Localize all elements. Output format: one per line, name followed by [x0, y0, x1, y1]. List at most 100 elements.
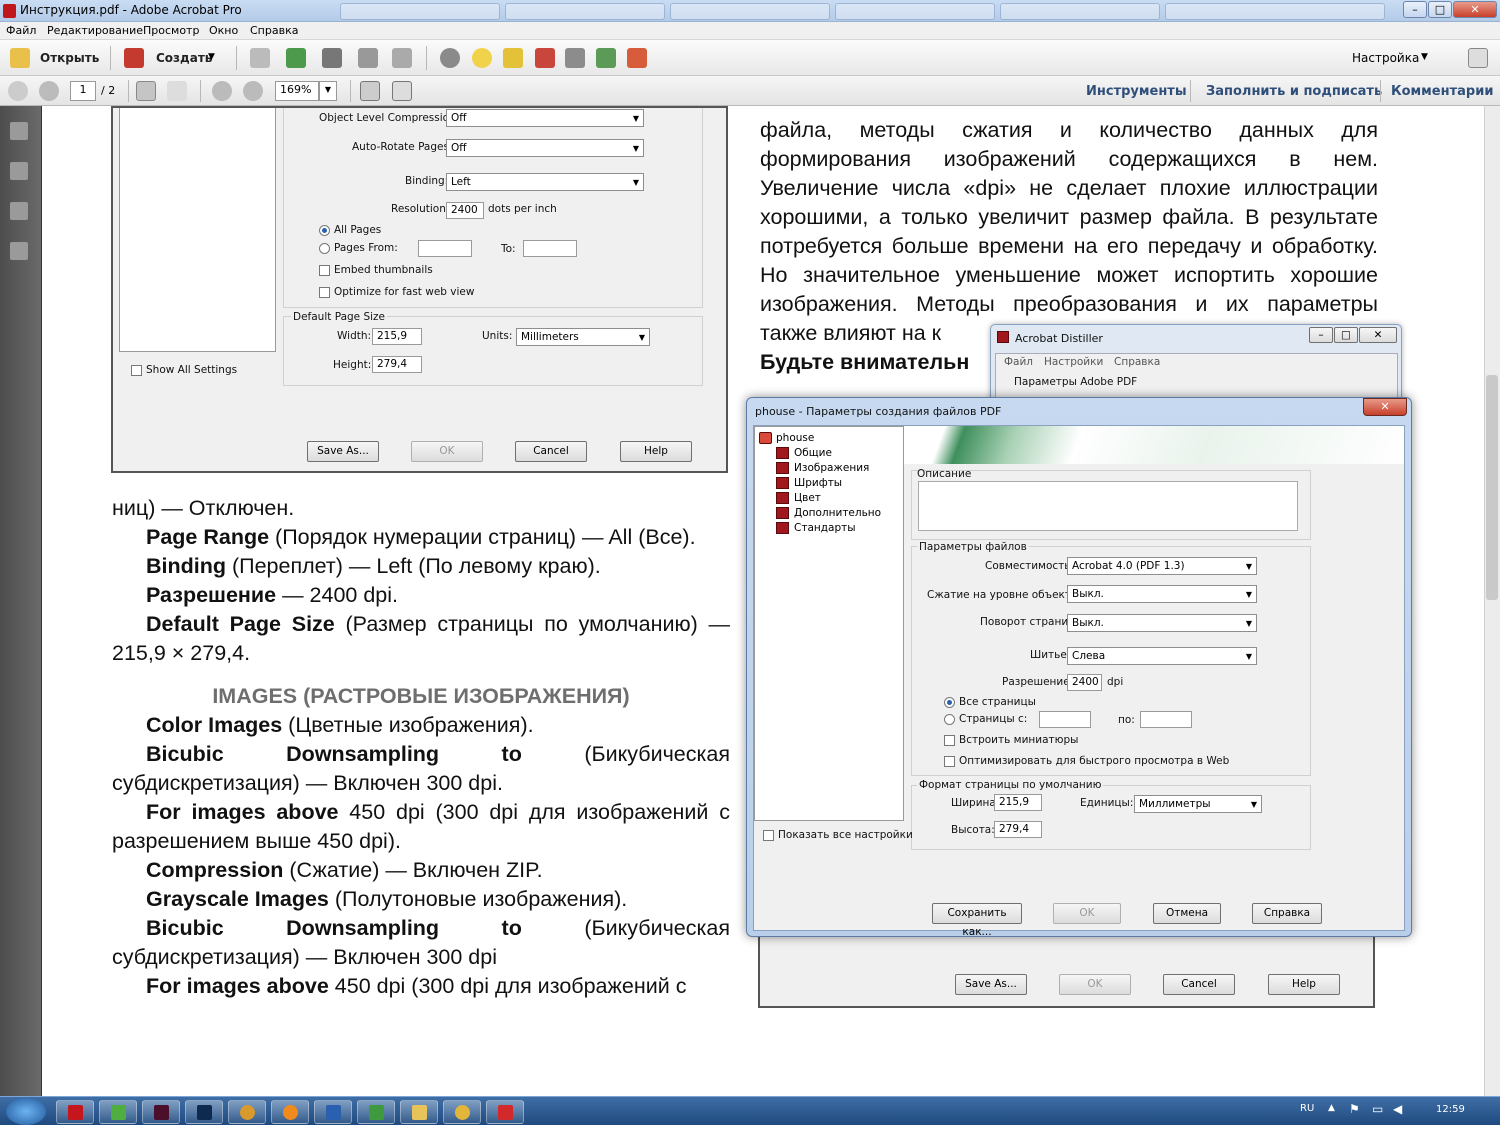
- tree-item-color[interactable]: Цвет: [794, 492, 821, 504]
- edit-icon[interactable]: [358, 48, 378, 68]
- create-button[interactable]: Создать: [156, 51, 212, 65]
- units-select[interactable]: Millimeters: [516, 328, 650, 346]
- taskbar-photoshop[interactable]: [185, 1100, 223, 1124]
- vertical-scrollbar[interactable]: [1484, 106, 1500, 1096]
- gear-icon[interactable]: [440, 48, 460, 68]
- fit-width-icon[interactable]: [392, 81, 412, 101]
- expand-icon[interactable]: [1468, 48, 1488, 68]
- tree-item-advanced[interactable]: Дополнительно: [794, 507, 881, 519]
- height-input[interactable]: 279,4: [372, 356, 422, 373]
- menu-help[interactable]: Справка: [1114, 356, 1160, 368]
- menu-file[interactable]: Файл: [6, 24, 36, 37]
- maximize-button[interactable]: □: [1334, 327, 1358, 343]
- width-input[interactable]: 215,9: [994, 794, 1042, 811]
- tree-root[interactable]: phouse: [776, 432, 814, 444]
- print-icon[interactable]: [322, 48, 342, 68]
- scrollbar-thumb[interactable]: [1486, 375, 1498, 600]
- taskbar-chrome[interactable]: [443, 1100, 481, 1124]
- signature-icon[interactable]: [10, 242, 28, 260]
- embed-thumbnails-checkbox[interactable]: [319, 265, 330, 276]
- binding-select[interactable]: Слева: [1067, 647, 1257, 665]
- menu-settings[interactable]: Настройки: [1044, 356, 1103, 368]
- select-tool-icon[interactable]: [136, 81, 156, 101]
- minimize-button[interactable]: –: [1309, 327, 1333, 343]
- taskbar-app[interactable]: [228, 1100, 266, 1124]
- volume-icon[interactable]: ◀: [1393, 1102, 1402, 1116]
- clock[interactable]: 12:59: [1436, 1104, 1465, 1115]
- attachment-icon[interactable]: [10, 202, 28, 220]
- ok-button[interactable]: OK: [1059, 974, 1131, 995]
- mail-icon[interactable]: [392, 48, 412, 68]
- units-select[interactable]: Миллиметры: [1134, 795, 1262, 813]
- help-button[interactable]: Help: [620, 441, 692, 462]
- hand-tool-icon[interactable]: [167, 81, 187, 101]
- menu-edit[interactable]: Редактирование: [47, 24, 143, 37]
- fit-page-icon[interactable]: [360, 81, 380, 101]
- thumbnails-checkbox[interactable]: [944, 735, 955, 746]
- menu-view[interactable]: Просмотр: [143, 24, 199, 37]
- all-pages-radio[interactable]: [319, 225, 330, 236]
- pages-from-input[interactable]: [418, 240, 472, 257]
- redact-icon[interactable]: [535, 48, 555, 68]
- security-icon[interactable]: [565, 48, 585, 68]
- menu-file[interactable]: Файл: [1004, 356, 1033, 368]
- tray-arrow-icon[interactable]: ▲: [1328, 1103, 1335, 1113]
- web-optimize-checkbox[interactable]: [944, 756, 955, 767]
- next-page-icon[interactable]: [39, 81, 59, 101]
- comment-icon[interactable]: [472, 48, 492, 68]
- taskbar-indesign[interactable]: [142, 1100, 180, 1124]
- prev-page-icon[interactable]: [8, 81, 28, 101]
- object-compression-select[interactable]: Выкл.: [1067, 585, 1257, 603]
- zoom-input[interactable]: 169%: [275, 81, 319, 101]
- customize-button[interactable]: Настройка: [1352, 51, 1419, 65]
- rotate-select[interactable]: Выкл.: [1067, 614, 1257, 632]
- resolution-input[interactable]: 2400: [1067, 674, 1102, 691]
- taskbar-explorer[interactable]: [400, 1100, 438, 1124]
- taskbar-app[interactable]: [99, 1100, 137, 1124]
- zoom-dropdown-icon[interactable]: ▼: [319, 81, 337, 101]
- upload-icon[interactable]: [286, 48, 306, 68]
- show-all-checkbox[interactable]: [763, 830, 774, 841]
- auto-rotate-select[interactable]: Off: [446, 139, 644, 157]
- pages-from-radio[interactable]: [319, 243, 330, 254]
- ok-button[interactable]: OK: [1053, 903, 1121, 924]
- close-button[interactable]: ✕: [1359, 327, 1397, 343]
- width-input[interactable]: 215,9: [372, 328, 422, 345]
- bookmark-icon[interactable]: [10, 162, 28, 180]
- help-button[interactable]: Help: [1268, 974, 1340, 995]
- compat-select[interactable]: Acrobat 4.0 (PDF 1.3): [1067, 557, 1257, 575]
- zoom-out-icon[interactable]: [212, 81, 232, 101]
- page-number-input[interactable]: 1: [70, 81, 96, 101]
- help-button[interactable]: Справка: [1252, 903, 1322, 924]
- taskbar-app[interactable]: [357, 1100, 395, 1124]
- cancel-button[interactable]: Cancel: [1163, 974, 1235, 995]
- height-input[interactable]: 279,4: [994, 821, 1042, 838]
- save-as-button[interactable]: Сохранить как...: [932, 903, 1022, 938]
- show-all-checkbox[interactable]: [131, 365, 142, 376]
- binding-select[interactable]: Left: [446, 173, 644, 191]
- minimize-button[interactable]: –: [1403, 1, 1427, 18]
- tree-item-fonts[interactable]: Шрифты: [794, 477, 842, 489]
- all-pages-radio[interactable]: [944, 697, 955, 708]
- comments-link[interactable]: Комментарии: [1391, 84, 1493, 99]
- tree-item-general[interactable]: Общие: [794, 447, 832, 459]
- olc-select[interactable]: Off: [446, 109, 644, 127]
- taskbar-app[interactable]: [271, 1100, 309, 1124]
- export-icon[interactable]: [596, 48, 616, 68]
- menu-help[interactable]: Справка: [250, 24, 298, 37]
- tree-item-images[interactable]: Изображения: [794, 462, 869, 474]
- save-icon[interactable]: [250, 48, 270, 68]
- tree-item-standards[interactable]: Стандарты: [794, 522, 856, 534]
- description-textarea[interactable]: [918, 481, 1298, 531]
- pages-to-input[interactable]: [523, 240, 577, 257]
- close-button[interactable]: ✕: [1363, 398, 1407, 416]
- zoom-in-icon[interactable]: [243, 81, 263, 101]
- menu-window[interactable]: Окно: [209, 24, 238, 37]
- chevron-down-icon[interactable]: ▼: [1421, 52, 1428, 62]
- maximize-button[interactable]: □: [1428, 1, 1452, 18]
- taskbar-app[interactable]: [314, 1100, 352, 1124]
- close-button[interactable]: ✕: [1453, 1, 1497, 18]
- sign-icon[interactable]: [627, 48, 647, 68]
- taskbar-acrobat-2[interactable]: [486, 1100, 524, 1124]
- pages-from-radio[interactable]: [944, 714, 955, 725]
